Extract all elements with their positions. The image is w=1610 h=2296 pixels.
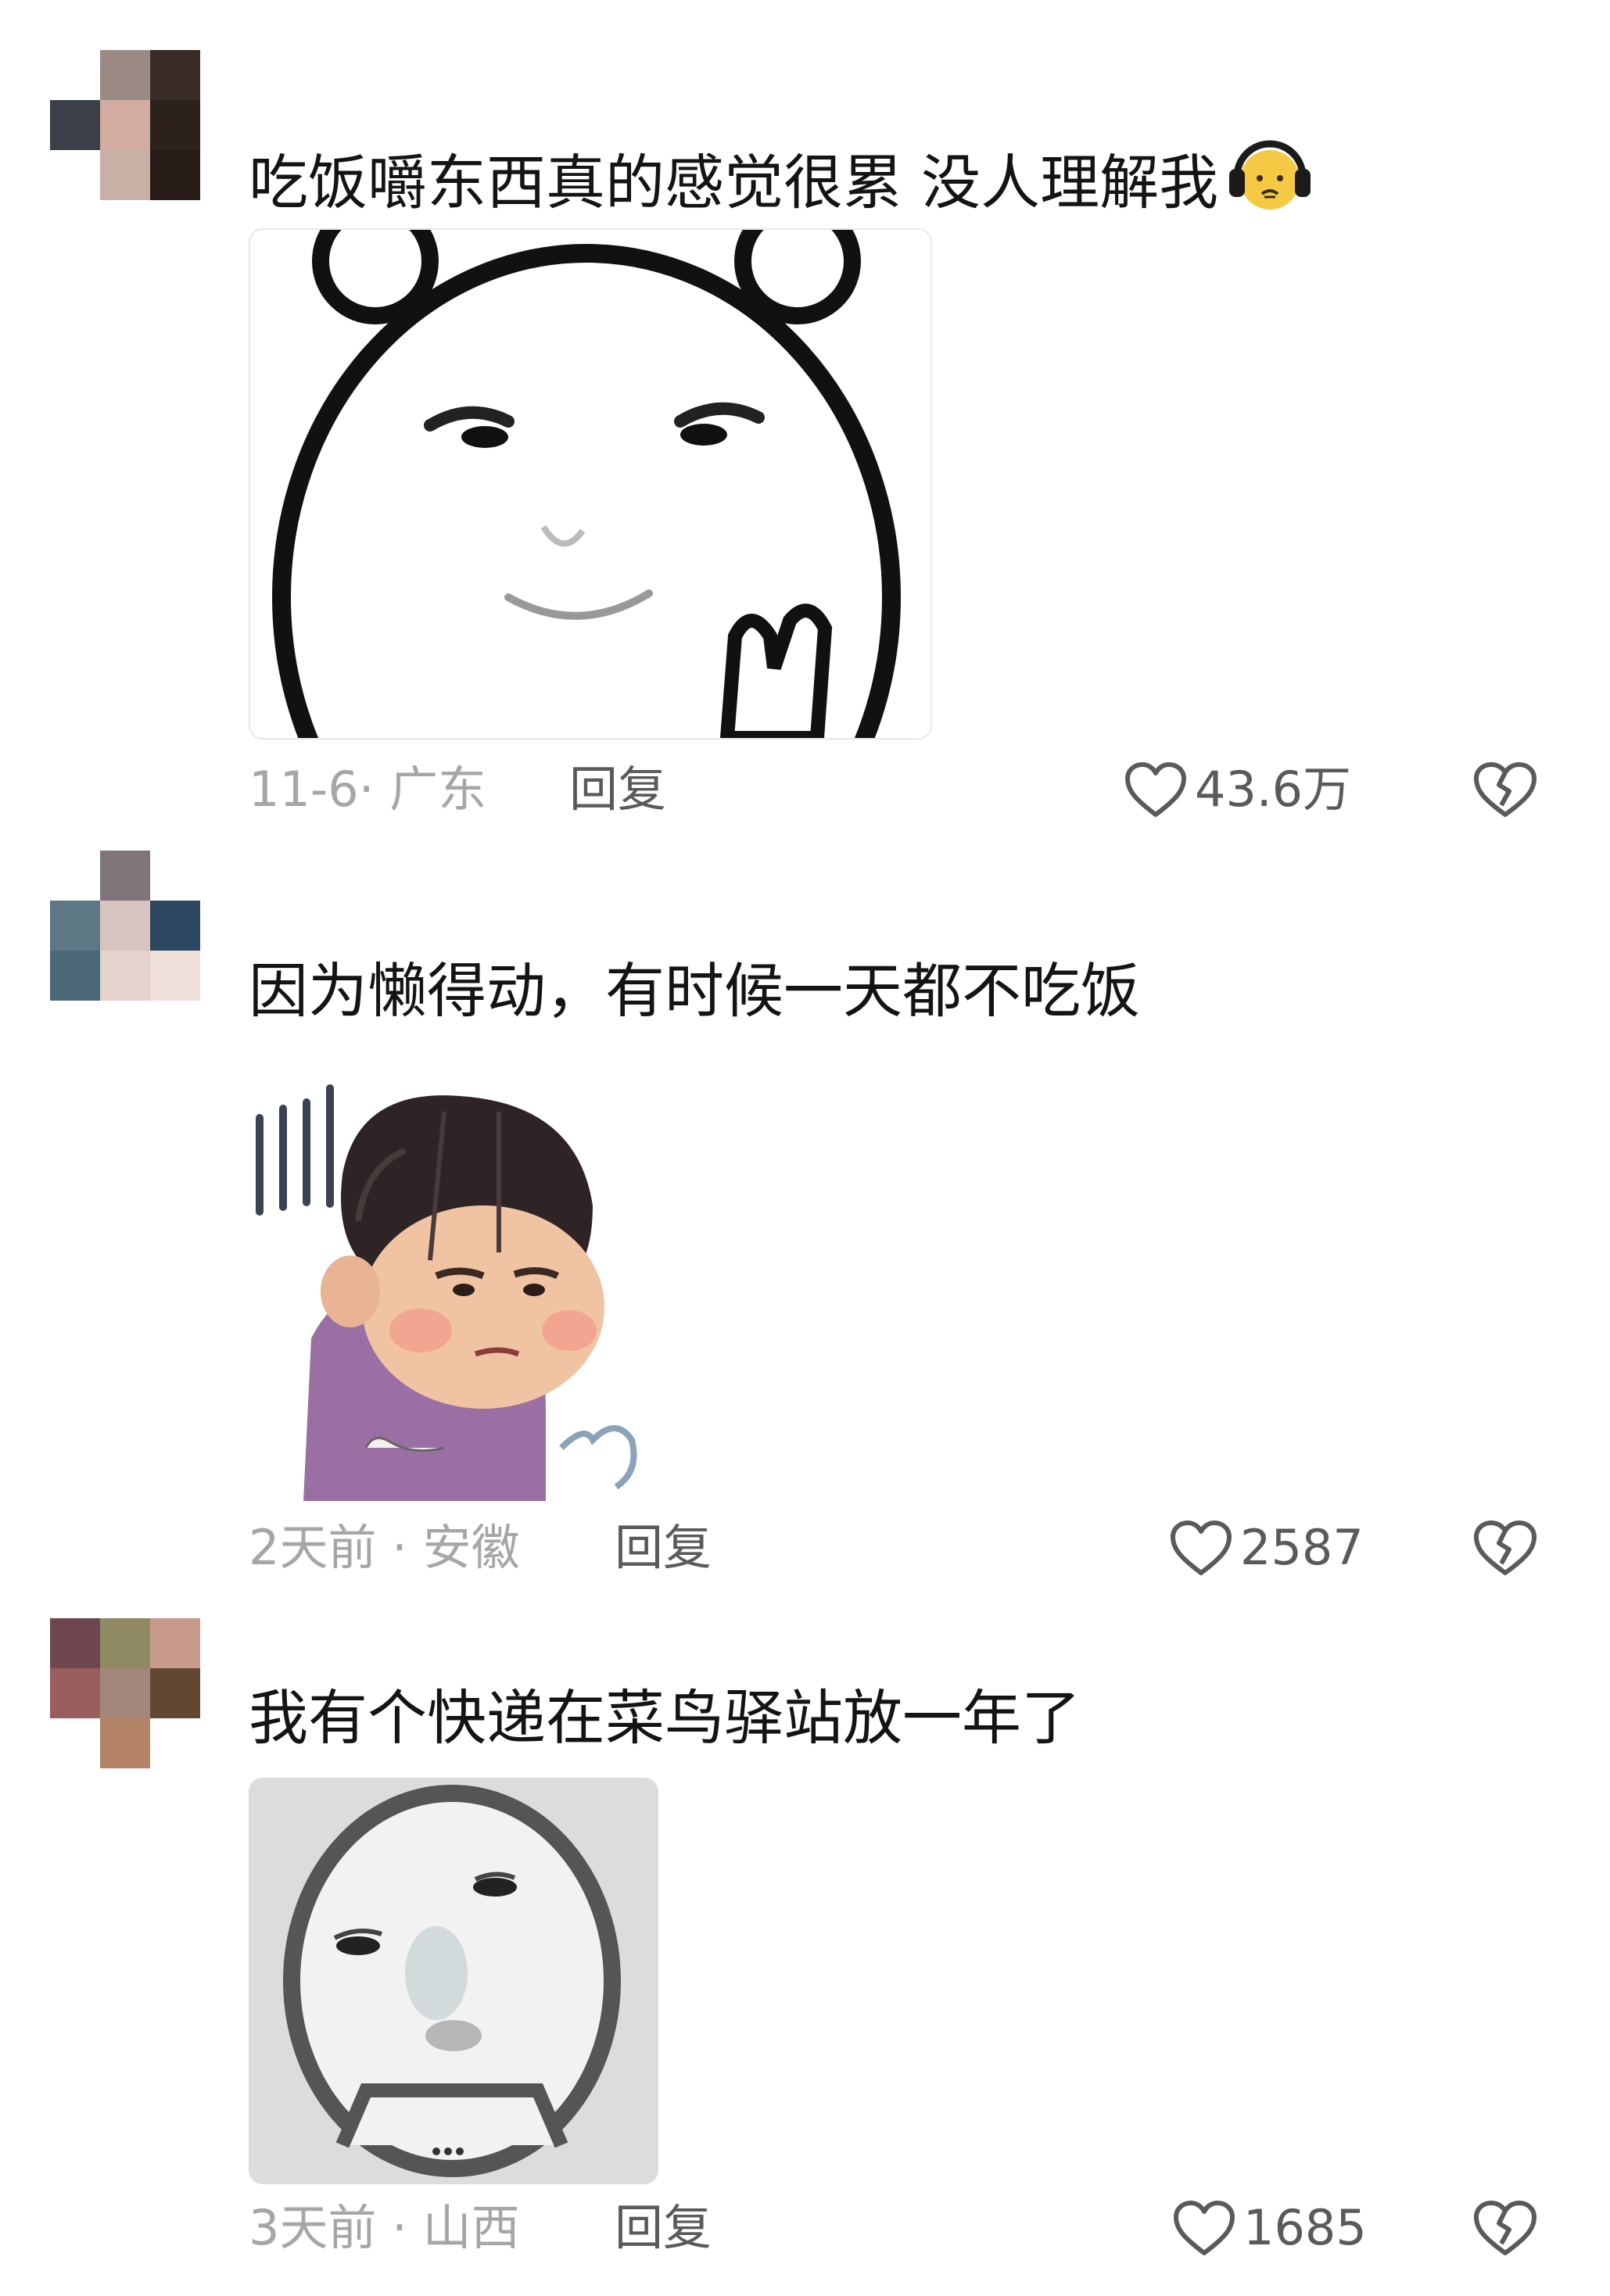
comment-meta: 11-6· 广东: [249, 761, 487, 818]
comment-item: 吃饭嚼东西真的感觉很累 没人理解我 11-6· 广东 回复 43.6万: [0, 0, 1610, 829]
like-button[interactable]: 43.6万: [1123, 758, 1351, 821]
dislike-button[interactable]: [1470, 758, 1540, 821]
dislike-button[interactable]: [1470, 2197, 1540, 2259]
headphones-sad-face-emoji-icon: [1223, 133, 1317, 231]
like-count: 43.6万: [1195, 761, 1352, 818]
like-count: 1685: [1243, 2199, 1367, 2256]
like-button[interactable]: 1685: [1171, 2197, 1367, 2259]
comment-text: 因为懒得动，有时候一天都不吃饭: [249, 956, 1140, 1026]
avatar[interactable]: [50, 50, 200, 200]
smug-bear-meme-sticker-icon[interactable]: [249, 228, 932, 740]
reply-button[interactable]: 回复: [569, 758, 666, 821]
broken-heart-icon: [1470, 2197, 1540, 2259]
avatar[interactable]: [50, 1618, 200, 1768]
comment-text-content: 吃饭嚼东西真的感觉很累 没人理解我: [249, 148, 1219, 217]
comment-item: 我有个快递在菜鸟驿站放一年了 3天前 · 山西 回复 1685: [0, 1556, 1610, 2296]
exhausted-person-meme-sticker-icon[interactable]: [249, 1080, 658, 1501]
broken-heart-icon: [1470, 758, 1540, 821]
heart-outline-icon: [1123, 760, 1189, 819]
blurry-face-meme-sticker-icon[interactable]: [249, 1778, 658, 2184]
comment-text: 吃饭嚼东西真的感觉很累 没人理解我: [249, 133, 1317, 231]
comment-text: 我有个快递在菜鸟驿站放一年了: [249, 1683, 1081, 1753]
comment-item: 因为懒得动，有时候一天都不吃饭 2天前 · 安徽 回复 2587: [0, 829, 1610, 1576]
avatar[interactable]: [50, 851, 200, 1001]
heart-outline-icon: [1171, 2198, 1237, 2258]
comment-meta: 3天前 · 山西: [249, 2199, 520, 2256]
reply-button[interactable]: 回复: [615, 2197, 712, 2259]
